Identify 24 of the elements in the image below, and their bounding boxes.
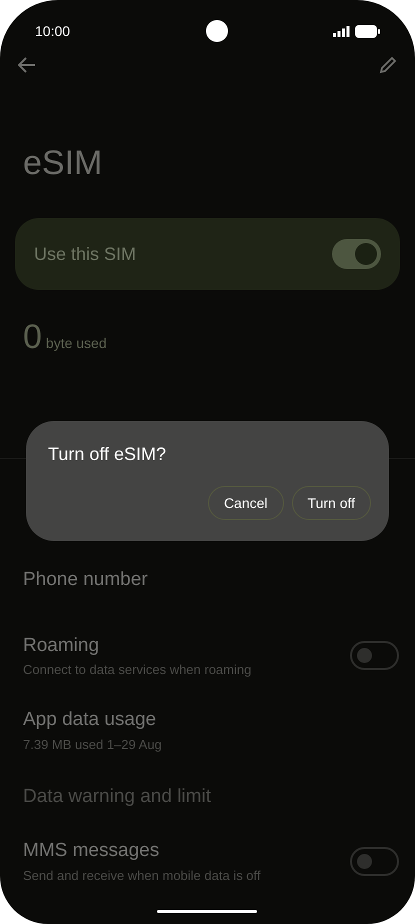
dialog-button[interactable]: Turn off bbox=[292, 486, 371, 520]
usage-amount: 0 bbox=[23, 320, 42, 354]
page-title: eSIM bbox=[22, 146, 104, 180]
setting-title[interactable]: Phone number bbox=[23, 566, 148, 595]
use-sim-card[interactable]: Use this SIM bbox=[15, 218, 400, 290]
status-time: 10:00 bbox=[35, 22, 70, 40]
toggle-switch[interactable] bbox=[332, 239, 381, 269]
setting-title[interactable]: MMS messages bbox=[23, 837, 261, 866]
toggle-switch[interactable] bbox=[350, 641, 399, 670]
setting-title[interactable]: Roaming bbox=[23, 632, 252, 660]
setting-subtitle: 7.39 MB used 1–29 Aug bbox=[23, 736, 162, 754]
use-sim-label: Use this SIM bbox=[34, 242, 136, 266]
setting-title[interactable]: App data usage bbox=[23, 706, 162, 734]
camera-cutout bbox=[206, 20, 228, 42]
usage-unit: byte used bbox=[46, 334, 107, 353]
setting-subtitle: Connect to data services when roaming bbox=[23, 661, 252, 679]
signal-icon bbox=[332, 26, 350, 36]
setting-subtitle: Send and receive when mobile data is off bbox=[23, 866, 261, 884]
dialog-button[interactable]: Cancel bbox=[208, 486, 284, 520]
back-arrow-icon[interactable] bbox=[18, 57, 36, 73]
toggle-switch[interactable] bbox=[350, 846, 399, 876]
battery-icon bbox=[354, 24, 380, 38]
pencil-icon[interactable] bbox=[379, 56, 397, 74]
dialog-title: Turn off eSIM? bbox=[48, 443, 168, 466]
